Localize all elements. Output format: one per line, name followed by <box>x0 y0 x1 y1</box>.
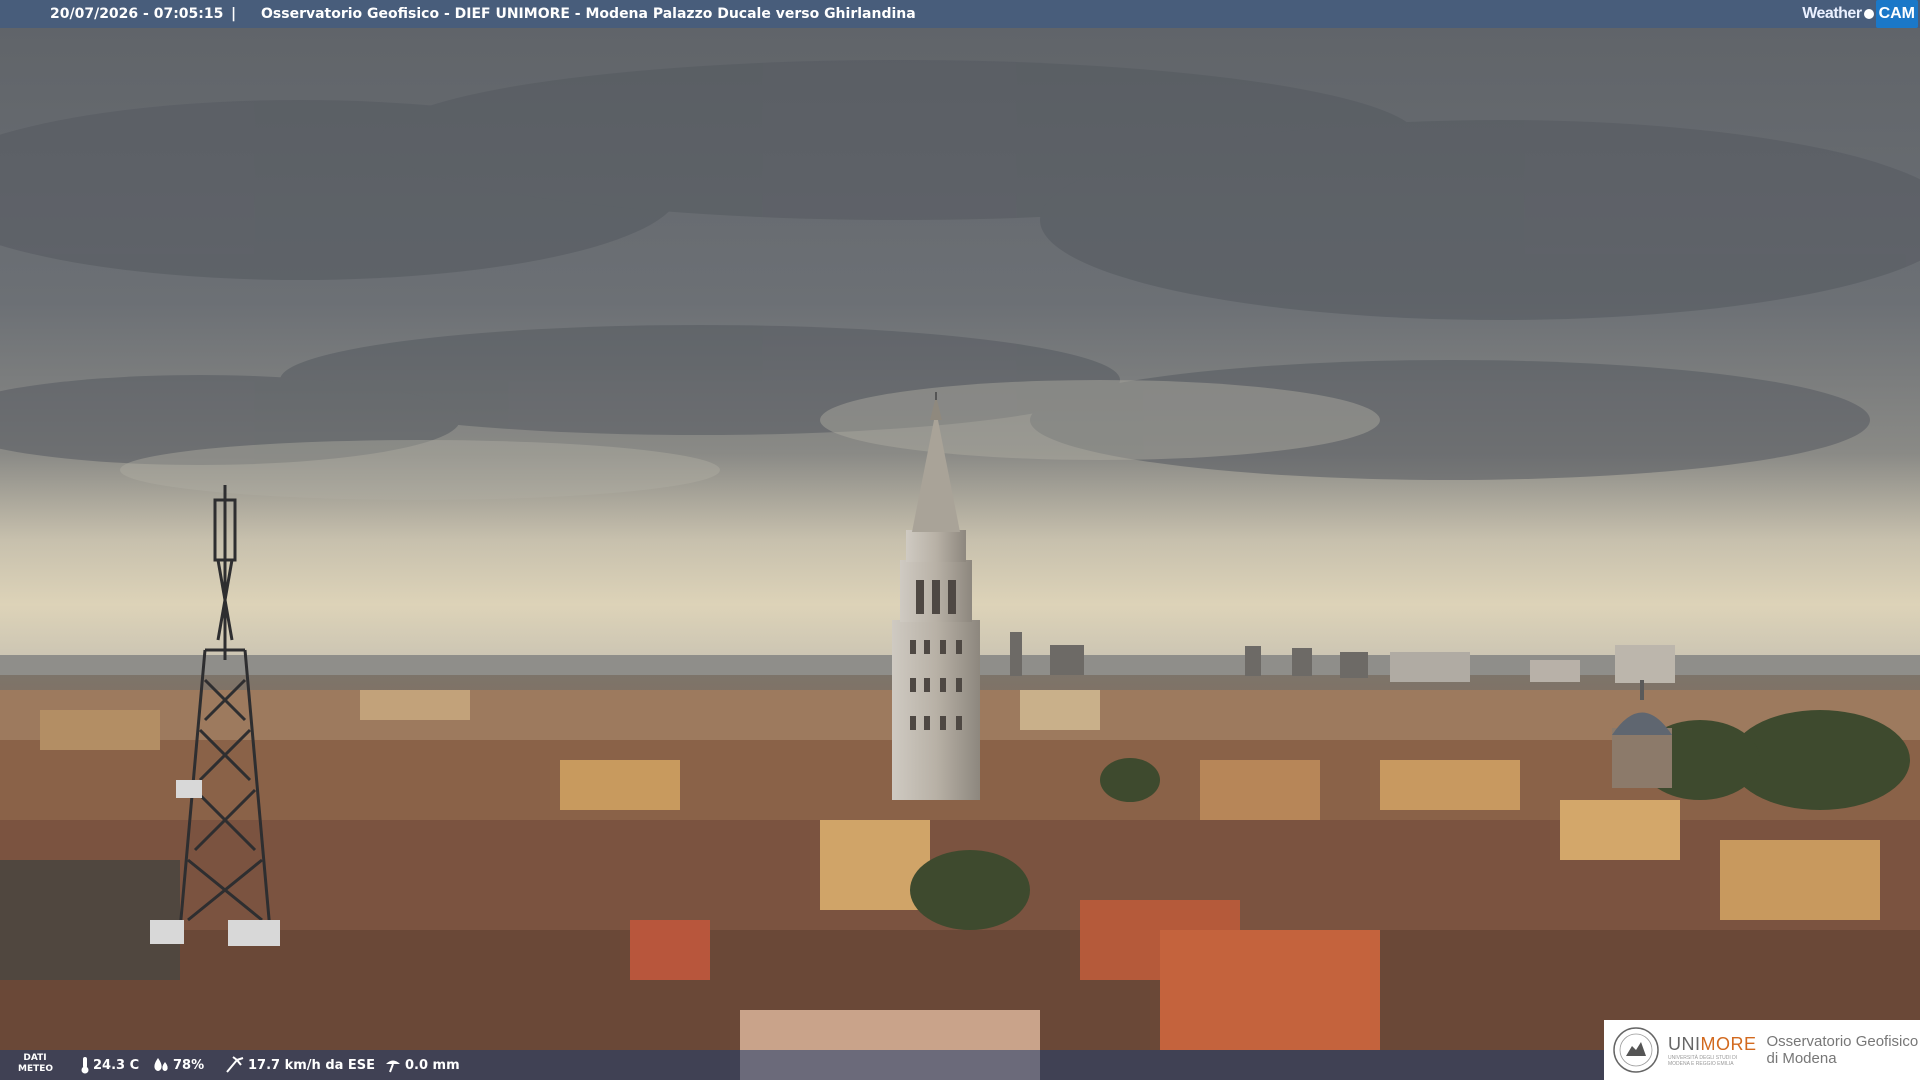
rain-readout: 0.0 mm <box>384 1050 460 1080</box>
meteo-label-line1: DATI <box>23 1053 47 1063</box>
weathercam-logo-weather: Weather <box>1802 5 1862 22</box>
unimore-wordmark: UNIMORE UNIVERSITÀ DEGLI STUDI DI MODENA… <box>1668 1034 1757 1067</box>
meteo-label-line2: METEO <box>18 1064 54 1074</box>
weathercam-logo-dot <box>1863 9 1874 19</box>
rain-value: 0.0 mm <box>405 1057 460 1073</box>
weathercam-logo: Weather CAM <box>1802 0 1918 28</box>
unimore-name-uni: UNI <box>1668 1033 1701 1054</box>
webcam-frame: 20/07/2026 - 07:05:15 | Osservatorio Geo… <box>0 0 1920 1080</box>
webcam-image <box>0 0 1920 1080</box>
observatory-name: Osservatorio Geofisico di Modena <box>1767 1033 1919 1067</box>
rain-gauge-icon <box>384 1056 402 1074</box>
wind-icon <box>225 1056 245 1074</box>
meteo-label: DATI METEO <box>18 1053 54 1075</box>
unimore-sub2: MODENA E REGGIO EMILIA <box>1668 1060 1734 1067</box>
timestamp: 20/07/2026 - 07:05:15 <box>50 6 224 22</box>
wind-value: 17.7 km/h da ESE <box>248 1057 376 1073</box>
observatory-line1: Osservatorio Geofisico <box>1766 1033 1919 1050</box>
caption-separator: | <box>231 6 237 22</box>
temperature-value: 24.3 C <box>93 1057 140 1073</box>
wind-readout: 17.7 km/h da ESE <box>225 1050 375 1080</box>
weathercam-logo-cam: CAM <box>1875 0 1918 28</box>
unimore-name-more: MORE <box>1700 1033 1757 1054</box>
humidity-readout: 78% <box>152 1050 204 1080</box>
camera-caption: Osservatorio Geofisico - DIEF UNIMORE - … <box>261 6 916 22</box>
unimore-seal-icon <box>1612 1026 1660 1074</box>
thermometer-icon <box>80 1056 90 1074</box>
temperature-readout: 24.3 C <box>80 1050 139 1080</box>
humidity-drop-icon <box>152 1056 170 1074</box>
observatory-line2: di Modena <box>1766 1050 1837 1067</box>
unimore-logo-panel: UNIMORE UNIVERSITÀ DEGLI STUDI DI MODENA… <box>1604 1020 1920 1080</box>
unimore-name: UNIMORE <box>1668 1034 1757 1055</box>
humidity-value: 78% <box>173 1057 205 1073</box>
caption-bar: 20/07/2026 - 07:05:15 | Osservatorio Geo… <box>0 0 1920 28</box>
